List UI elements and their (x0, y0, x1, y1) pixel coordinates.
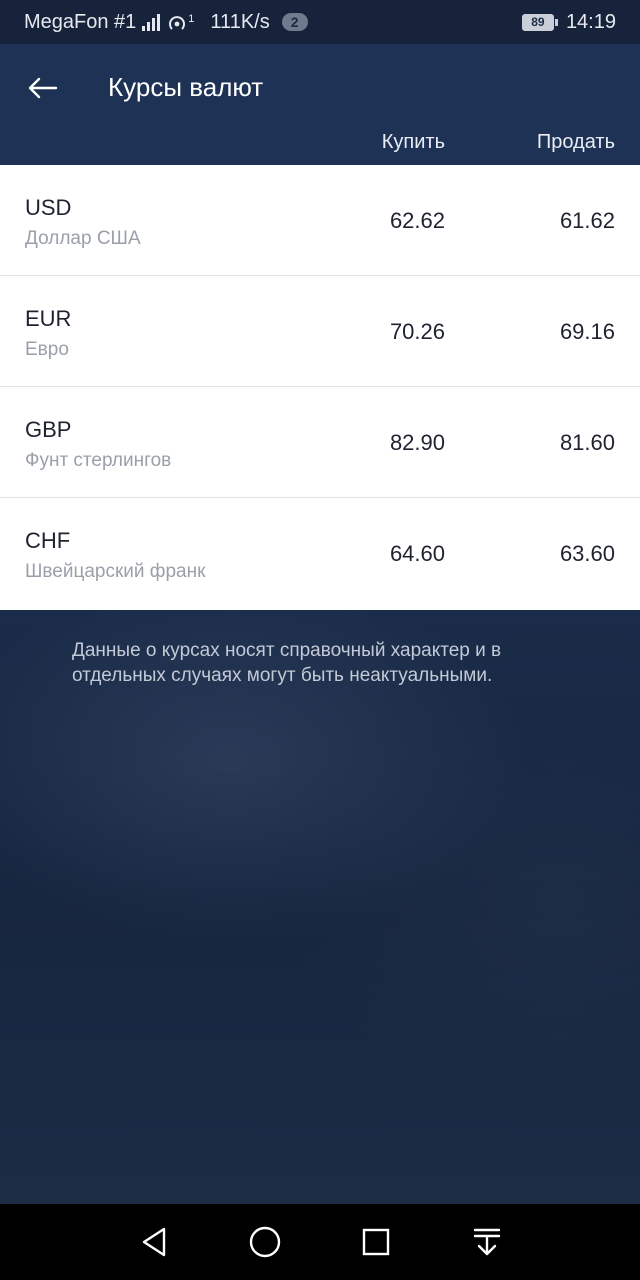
network-speed: 111K/s (210, 10, 270, 33)
notification-badge: 2 (281, 13, 308, 31)
arrow-left-icon (28, 77, 58, 99)
app-bar: Курсы валют Купить Продать (0, 44, 640, 165)
battery-icon: 89 (521, 13, 558, 31)
nav-recents-button[interactable] (356, 1222, 396, 1262)
buy-rate: 70.26 (389, 319, 445, 344)
rate-row-chf[interactable]: CHF Швейцарский франк 64.60 63.60 (0, 498, 640, 610)
pull-down-icon (473, 1228, 500, 1256)
status-left: MegaFon #1 1 111K/s 2 (24, 11, 308, 34)
buy-rate: 64.60 (389, 541, 445, 566)
currency-code: USD (25, 195, 72, 220)
status-right: 89 14:19 (521, 10, 616, 34)
status-bar: MegaFon #1 1 111K/s 2 89 14:19 (0, 0, 640, 44)
currency-name: Швейцарский франк (25, 561, 206, 582)
column-header-buy: Купить (381, 131, 445, 153)
clock: 14:19 (565, 10, 616, 33)
sell-rate: 69.16 (559, 319, 615, 344)
back-button[interactable] (22, 68, 62, 108)
rates-list: USD Доллар США 62.62 61.62 EUR Евро 70.2… (0, 165, 640, 610)
currency-code: CHF (25, 528, 71, 553)
rate-row-eur[interactable]: EUR Евро 70.26 69.16 (0, 276, 640, 387)
disclaimer-text: Данные о курсах носят справочный характе… (72, 640, 502, 686)
triangle-back-icon (142, 1227, 165, 1257)
hotspot-icon: 1 (166, 13, 194, 31)
rate-row-gbp[interactable]: GBP Фунт стерлингов 82.90 81.60 (0, 387, 640, 498)
sell-rate: 63.60 (559, 541, 615, 566)
battery-level: 89 (521, 13, 554, 31)
currency-name: Доллар США (25, 228, 141, 249)
hotspot-count: 1 (188, 13, 195, 25)
currency-code: GBP (25, 417, 72, 442)
rate-row-usd[interactable]: USD Доллар США 62.62 61.62 (0, 165, 640, 276)
currency-name: Евро (25, 339, 69, 360)
nav-notifications-button[interactable] (467, 1222, 507, 1262)
system-nav-bar (0, 1204, 640, 1280)
sell-rate: 61.62 (559, 208, 615, 233)
nav-home-button[interactable] (245, 1222, 285, 1262)
square-recents-icon (362, 1228, 389, 1256)
sell-rate: 81.60 (559, 430, 615, 455)
page-title: Курсы валют (108, 72, 264, 102)
buy-rate: 82.90 (389, 430, 445, 455)
nav-back-button[interactable] (134, 1222, 174, 1262)
column-header-sell: Продать (536, 131, 615, 153)
buy-rate: 62.62 (389, 208, 445, 233)
circle-home-icon (249, 1226, 280, 1258)
currency-name: Фунт стерлингов (25, 450, 172, 471)
currency-code: EUR (25, 306, 72, 331)
carrier-label: MegaFon #1 (24, 10, 137, 33)
signal-icon (142, 13, 161, 31)
